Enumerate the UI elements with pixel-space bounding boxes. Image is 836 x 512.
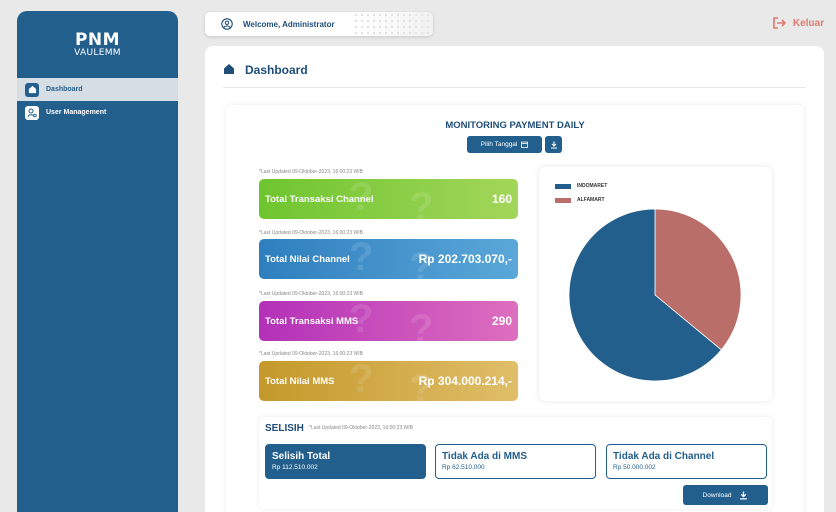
stat-value: 160 [491, 192, 512, 206]
main-content: Dashboard MONITORING PAYMENT DAILY Pilih… [205, 46, 824, 512]
welcome-pattern [353, 12, 433, 36]
page-title: Dashboard [245, 63, 308, 77]
tidak-ada-di-mms-box: Tidak Ada di MMS Rp 62.510.000 [435, 444, 596, 479]
pick-date-label: Pilih Tanggal [480, 141, 518, 148]
stat-card-total-nilai-channel: ?? Total Nilai Channel Rp 202.703.070,- [259, 239, 518, 279]
pie-chart-panel: INDOMARET ALFAMART [539, 167, 772, 401]
stat-note: *Last Updated 09-Oktober-2023, 16:00:23 … [259, 291, 363, 297]
selisih-box-title: Tidak Ada di MMS [442, 451, 528, 462]
logout-button[interactable]: Keluar [772, 17, 824, 29]
selisih-title: SELISIH [265, 423, 304, 434]
monitoring-title: MONITORING PAYMENT DAILY [445, 120, 585, 131]
welcome-text: Welcome, Administrator [243, 19, 335, 29]
brand-logo: PNM VAULЕMM [17, 11, 178, 78]
welcome-bar: Welcome, Administrator [205, 12, 433, 36]
sidebar-item-user-management[interactable]: User Management [17, 101, 178, 124]
brand-logo-line2: VAULЕMM [74, 47, 121, 58]
stat-card-total-transaksi-mms: ?? Total Transaksi MMS 290 [259, 301, 518, 341]
download-icon-button[interactable] [545, 136, 562, 153]
selisih-box-value: Rp 50.000.002 [613, 464, 656, 471]
sidebar-item-dashboard[interactable]: Dashboard [17, 78, 178, 101]
logout-icon [773, 17, 787, 29]
selisih-note: *Last Updated 09-Oktober-2023, 16:00:23 … [309, 425, 413, 431]
calendar-icon [521, 141, 529, 148]
pie-chart [568, 208, 742, 382]
download-button[interactable]: Download [683, 485, 768, 505]
selisih-panel: SELISIH *Last Updated 09-Oktober-2023, 1… [259, 417, 772, 509]
sidebar: PNM VAULЕMM Dashboard User Management [17, 11, 178, 512]
selisih-total-box: Selisih Total Rp 112.510.002 [265, 444, 426, 479]
monitoring-card: MONITORING PAYMENT DAILY Pilih Tanggal *… [226, 105, 804, 512]
page-header: Dashboard [223, 63, 806, 88]
brand-logo-line1: PNM [74, 29, 121, 50]
stat-label: Total Transaksi MMS [265, 315, 359, 327]
logout-label: Keluar [792, 17, 824, 29]
stat-value: 290 [491, 314, 512, 328]
download-icon [550, 141, 557, 149]
selisih-box-value: Rp 62.510.000 [442, 464, 485, 471]
home-icon [224, 64, 234, 74]
selisih-box-title: Tidak Ada di Channel [613, 451, 715, 462]
sidebar-item-label: User Management [46, 109, 107, 116]
home-icon [25, 82, 39, 97]
stat-card-total-nilai-mms: ?? Total Nilai MMS Rp 304.000.214,- [259, 361, 518, 401]
stat-label: Total Nilai MMS [265, 375, 335, 387]
selisih-box-value: Rp 112.510.002 [272, 464, 318, 471]
download-icon [740, 491, 748, 499]
stat-label: Total Nilai Channel [265, 253, 350, 265]
stat-card-total-transaksi-channel: ?? Total Transaksi Channel 160 [259, 179, 518, 219]
pick-date-button[interactable]: Pilih Tanggal [467, 136, 542, 153]
user-circle-icon [221, 18, 233, 30]
stat-note: *Last Updated 09-Oktober-2023, 16:00:23 … [259, 230, 363, 236]
sidebar-item-label: Dashboard [46, 86, 83, 93]
user-gear-icon [25, 105, 39, 120]
selisih-box-title: Selisih Total [272, 451, 331, 462]
stat-note: *Last Updated 09-Oktober-2023, 16:00:23 … [259, 169, 363, 175]
tidak-ada-di-channel-box: Tidak Ada di Channel Rp 50.000.002 [606, 444, 767, 479]
stat-note: *Last Updated 09-Oktober-2023, 16:00:23 … [259, 351, 363, 357]
download-label: Download [702, 491, 732, 499]
